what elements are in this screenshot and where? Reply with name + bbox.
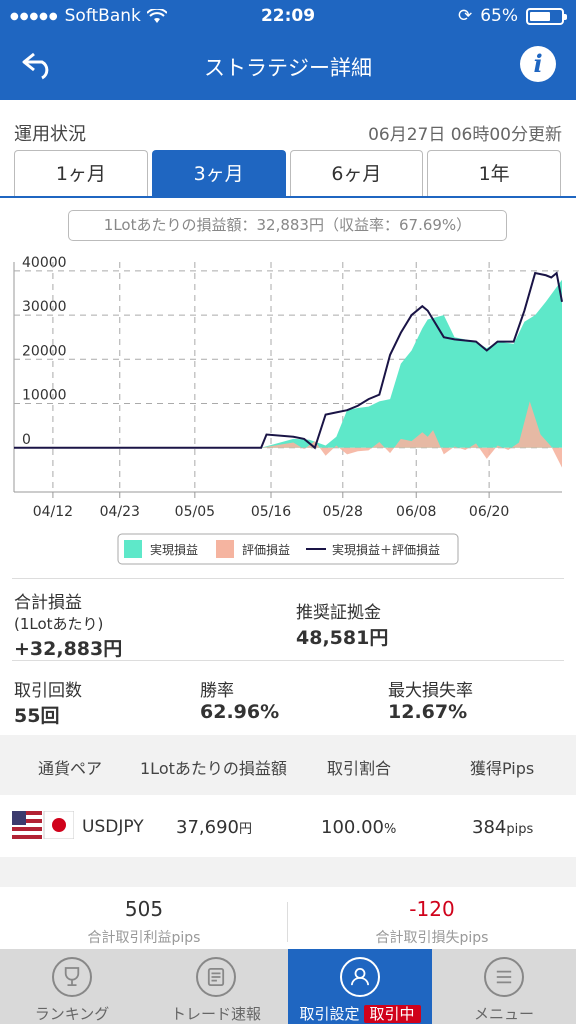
- usdjpy-flag-icon: [12, 811, 74, 839]
- divider: [12, 578, 564, 579]
- x-tick-label: 04/23: [100, 504, 140, 520]
- y-tick-label: 10000: [22, 388, 67, 404]
- legend-label-realized: 実現損益: [150, 542, 198, 557]
- x-tick-label: 06/20: [469, 504, 509, 520]
- tabbar-ranking[interactable]: ランキング: [0, 949, 144, 1024]
- rotation-lock-icon: ⟳: [457, 6, 473, 26]
- app-header: ●●●●● SoftBank 22:09 ⟳ 65% ストラテジー詳細 i: [0, 0, 576, 100]
- y-tick-label: 0: [22, 432, 31, 448]
- drawdown-label: 最大損失率: [388, 681, 473, 701]
- pair-table-header: 通貨ペア 1Lotあたりの損益額 取引割合 獲得Pips: [0, 735, 576, 795]
- legend-label-total: 実現損益＋評価損益: [332, 542, 440, 557]
- pair-pips-unit: pips: [506, 822, 534, 837]
- pair-pl: 37,690円: [176, 817, 252, 838]
- legend-swatch-unrealized: [216, 540, 234, 558]
- tab-6-months[interactable]: 6ヶ月: [289, 150, 424, 196]
- info-icon[interactable]: i: [520, 46, 556, 82]
- pair-name: USDJPY: [82, 817, 144, 837]
- profit-pips-value: 505: [124, 897, 164, 921]
- battery-icon: [526, 7, 567, 25]
- drawdown-value: 12.67%: [388, 701, 468, 723]
- news-icon: [196, 957, 236, 997]
- col-pl: 1Lotあたりの損益額: [140, 759, 287, 778]
- col-pair: 通貨ペア: [38, 759, 103, 778]
- total-pl-value: +32,883円: [14, 638, 123, 660]
- total-pl-sub: (1Lotあたり): [14, 615, 104, 633]
- pl-chart: 40000 30000 20000 10000 0 04/12 04/23 05/05 05/1…: [13, 255, 563, 565]
- pair-pips: 384pips: [472, 817, 533, 838]
- pair-ratio: 100.00%: [321, 817, 396, 838]
- y-tick-label: 30000: [22, 299, 67, 315]
- x-tick-label: 06/08: [396, 504, 436, 520]
- tab-underline: [0, 196, 576, 198]
- divider: [287, 902, 288, 942]
- battery-percent: 65%: [480, 6, 518, 26]
- tab-3-months[interactable]: 3ヶ月: [151, 150, 286, 196]
- loss-pips-value: -120: [409, 897, 455, 921]
- tabbar-trade-settings[interactable]: 取引設定 取引中: [288, 949, 432, 1024]
- col-pips: 獲得Pips: [470, 759, 535, 778]
- tabbar-menu-label: メニュー: [473, 1005, 534, 1023]
- tabbar-trade-settings-label: 取引設定 取引中: [288, 1003, 432, 1024]
- tabbar-ranking-label: ランキング: [34, 1005, 110, 1023]
- y-tick-label: 40000: [22, 255, 67, 271]
- win-rate: 勝率 62.96%: [200, 676, 279, 723]
- pips-summary: 505 合計取引利益pips -120 合計取引損失pips: [0, 887, 576, 949]
- loss-pips-label: 合計取引損失pips: [375, 930, 489, 946]
- x-tick-label: 04/12: [33, 504, 73, 520]
- profit-pips: 505 合計取引利益pips: [0, 897, 288, 947]
- updated-time: 06月27日 06時00分更新: [368, 125, 562, 145]
- period-tabs: 1ヶ月 3ヶ月 6ヶ月 1年: [14, 150, 561, 196]
- pair-ratio-unit: %: [383, 822, 397, 837]
- divider: [12, 660, 564, 661]
- page-title: ストラテジー詳細: [204, 56, 372, 80]
- section-header: 運用状況 06月27日 06時00分更新: [0, 104, 576, 146]
- trade-count: 取引回数 55回: [14, 676, 82, 728]
- winrate-label: 勝率: [200, 681, 234, 701]
- pair-pips-value: 384: [472, 817, 507, 838]
- table-row[interactable]: USDJPY 37,690円 100.00% 384pips: [0, 795, 576, 857]
- section-label: 運用状況: [14, 124, 86, 145]
- menu-icon: [484, 957, 524, 997]
- tabbar-settings-text: 取引設定: [299, 1005, 360, 1023]
- trades-label: 取引回数: [14, 681, 82, 701]
- tabbar-trade-news[interactable]: トレード速報: [144, 949, 288, 1024]
- user-icon: [340, 957, 380, 997]
- col-ratio: 取引割合: [327, 759, 392, 778]
- pair-pl-value: 37,690: [176, 817, 239, 838]
- trades-value: 55回: [14, 705, 60, 727]
- trading-badge: 取引中: [363, 1005, 421, 1023]
- status-bar: ●●●●● SoftBank 22:09 ⟳ 65%: [0, 0, 576, 34]
- x-tick-label: 05/28: [323, 504, 363, 520]
- realized-pl-area: [14, 279, 562, 448]
- x-tick-label: 05/05: [175, 504, 215, 520]
- x-tick-label: 05/16: [251, 504, 291, 520]
- tab-1-month[interactable]: 1ヶ月: [14, 150, 148, 196]
- pair-ratio-value: 100.00: [321, 817, 384, 838]
- total-pl: 合計損益 (1Lotあたり) +32,883円: [14, 588, 122, 661]
- loss-pips: -120 合計取引損失pips: [288, 897, 576, 947]
- total-pl-label: 合計損益: [14, 593, 82, 613]
- recommended-margin: 推奨証拠金 48,581円: [296, 598, 388, 650]
- max-drawdown: 最大損失率 12.67%: [388, 676, 473, 723]
- tabbar-trade-news-label: トレード速報: [170, 1005, 261, 1023]
- bottom-tabbar: ランキング トレード速報 取引設定 取引中 メニュー: [0, 949, 576, 1024]
- pl-summary: 1Lotあたりの損益額：32,883円（収益率：67.69%）: [68, 210, 507, 241]
- legend-label-unrealized: 評価損益: [242, 542, 290, 557]
- y-tick-label: 20000: [22, 343, 67, 359]
- trophy-icon: [52, 957, 92, 997]
- winrate-value: 62.96%: [200, 701, 280, 723]
- section-gap: [0, 857, 576, 887]
- tabbar-menu[interactable]: メニュー: [432, 949, 576, 1024]
- legend-swatch-realized: [124, 540, 142, 558]
- profit-pips-label: 合計取引利益pips: [87, 930, 201, 946]
- tab-1-year[interactable]: 1年: [427, 150, 561, 196]
- pair-pl-unit: 円: [238, 822, 252, 837]
- margin-label: 推奨証拠金: [296, 603, 381, 623]
- margin-value: 48,581円: [296, 627, 389, 649]
